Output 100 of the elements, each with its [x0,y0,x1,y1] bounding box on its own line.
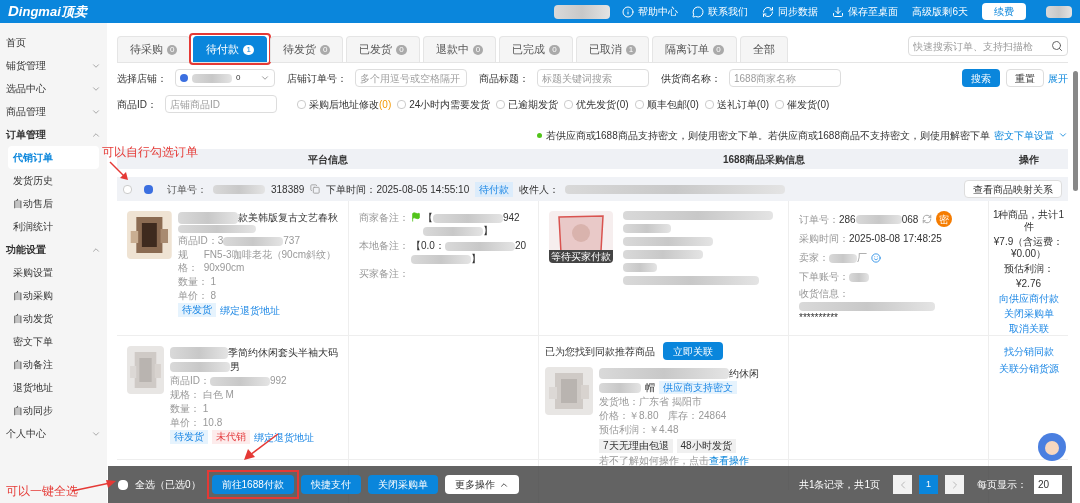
sidebar-subitem[interactable]: 退货地址 [8,376,99,399]
sidebar-subitem[interactable]: 自动售后 [8,192,99,215]
sidebar-subitem[interactable]: 自动发货 [8,307,99,330]
profit-value: ¥2.76 [1016,278,1041,290]
sidebar-item[interactable]: 首页 [0,31,107,54]
product-title: 季简约休闲套头半袖大码 [228,346,338,359]
product-title: 男 [230,360,240,373]
sidebar-item[interactable]: 选品中心 [0,77,107,100]
expand-link[interactable]: 展开 [1048,70,1068,86]
sidebar-item[interactable]: 商品管理 [0,100,107,123]
sidebar-item[interactable]: 订单管理 [0,123,107,146]
tab[interactable]: 待采购 0 [117,36,191,62]
checkbox[interactable] [634,99,644,109]
note-text: 【 942 】 [423,211,520,237]
action-link[interactable]: 绑定退货地址 [254,430,314,444]
select-all-checkbox[interactable] [118,479,128,490]
header-link[interactable]: 联系我们 [692,4,749,19]
bar-button[interactable]: 快捷支付 [300,475,361,494]
sidebar-subitem[interactable]: 自动采购 [8,284,99,307]
tab[interactable]: 退款中 0 [422,36,497,62]
blurred-text [623,263,657,272]
mapping-button[interactable]: 查看商品映射关系 [964,180,1062,198]
refresh-icon[interactable] [922,214,933,224]
reset-button[interactable]: 重置 [1006,69,1044,87]
sidebar-subitem[interactable]: 发货历史 [8,169,99,192]
filter-field[interactable]: 标题关键词搜索 [537,69,649,87]
checkbox[interactable] [297,99,306,109]
quantity: 数量： 1 [170,402,210,415]
store-select[interactable]: 0 [175,69,275,87]
quick-search-field[interactable]: 快速搜索订单、支持扫描枪 [908,36,1068,56]
tab[interactable]: 已取消 1 [575,36,650,62]
sidebar-subitem[interactable]: 代销订单 [8,146,99,169]
checkbox[interactable] [397,99,407,109]
action-link[interactable]: 关联分销货源 [998,361,1059,376]
chat-icon[interactable] [871,252,881,263]
action-link[interactable]: 绑定退货地址 [219,303,280,317]
blurred-text [855,215,902,225]
copy-icon[interactable] [310,184,321,194]
sidebar-subitem[interactable]: 密文下单 [8,330,99,353]
blurred-text [423,226,483,236]
seller-name: 卖家： 厂 [799,251,867,265]
search-icon[interactable] [1051,40,1063,52]
sidebar-subitem[interactable]: 采购设置 [8,261,99,284]
renew-button[interactable]: 续费 [982,3,1026,20]
action-link[interactable]: 向供应商付款 [998,293,1059,305]
sidebar-subitem[interactable]: 利润统计 [8,215,99,238]
tab[interactable]: 待发货 0 [269,36,344,62]
annotation-text: 可以自行勾选订单 [102,144,198,161]
blurred-text [1046,6,1072,19]
support-avatar[interactable] [1038,433,1066,461]
sidebar-item[interactable]: 铺货管理 [0,54,107,77]
filter-field[interactable]: 店铺商品ID [165,95,277,113]
spec-label: 规格： [177,248,199,274]
checkbox[interactable] [775,99,785,109]
bar-button[interactable]: 更多操作 [444,475,519,494]
page-button[interactable]: 1 [919,475,938,494]
tab[interactable]: 全部 [739,36,788,62]
help-link[interactable]: 查看操作 [709,455,749,466]
link-button[interactable]: 立即关联 [663,342,723,360]
header-link[interactable]: 同步数据 [762,4,819,19]
spec-value: FN5-3咖啡老花（90cm斜纹） 90x90cm [203,248,336,274]
action-link[interactable]: 找分销同款 [1003,344,1054,359]
product-title: 约休闲 [729,367,759,380]
checkbox[interactable] [704,99,714,109]
bar-button[interactable]: 关闭采购单 [367,475,438,494]
action-link[interactable]: 关闭采购单 [1003,308,1054,320]
next-page-button[interactable] [945,475,964,494]
header-link[interactable]: 帮助中心 [622,4,679,19]
filter-field[interactable]: 1688商家名称 [729,69,841,87]
blurred-text [444,241,515,251]
note-label: 买家备注： [359,267,409,280]
unit-price: 单价： 10.8 [170,416,224,429]
checkbox[interactable] [496,99,506,109]
sidebar-subitem[interactable]: 自动同步 [8,399,99,422]
checkbox[interactable] [564,99,574,109]
blurred-text [433,213,503,223]
order-label: 订单号： [167,182,207,197]
filter-field[interactable]: 多个用逗号或空格隔开 [355,69,467,87]
page-size-select[interactable]: 20 [1034,475,1062,494]
sidebar-item[interactable]: 个人中心 [0,422,107,445]
previous-page-button[interactable] [893,475,912,494]
status-tag: 未代销 [212,430,250,444]
status-tag: 待发货 [170,430,208,444]
blurred-text [192,73,232,83]
order-time: 下单时间：2025-08-05 14:55:10 [326,182,470,197]
dropdown-icon[interactable] [1058,130,1068,140]
store-icon [180,74,188,82]
bar-button[interactable]: 前往1688付款 [211,475,294,494]
search-button[interactable]: 搜索 [962,69,1000,87]
sidebar-item[interactable]: 功能设置 [0,238,107,261]
logo: Dingmai顶卖 [8,1,87,22]
order-checkbox[interactable] [123,184,132,194]
sidebar-subitem[interactable]: 自动备注 [8,353,99,376]
column-header: 1688商品采购信息 [722,152,806,167]
filter-label: 店铺订单号： [287,71,347,86]
checkbox-label: 催发货(0) [787,97,830,112]
header-link[interactable]: 保存至桌面 [832,4,899,19]
filter-label: 商品标题： [479,71,529,86]
action-link[interactable]: 取消关联 [1008,323,1049,335]
settings-link[interactable]: 密文下单设置 [994,127,1054,143]
